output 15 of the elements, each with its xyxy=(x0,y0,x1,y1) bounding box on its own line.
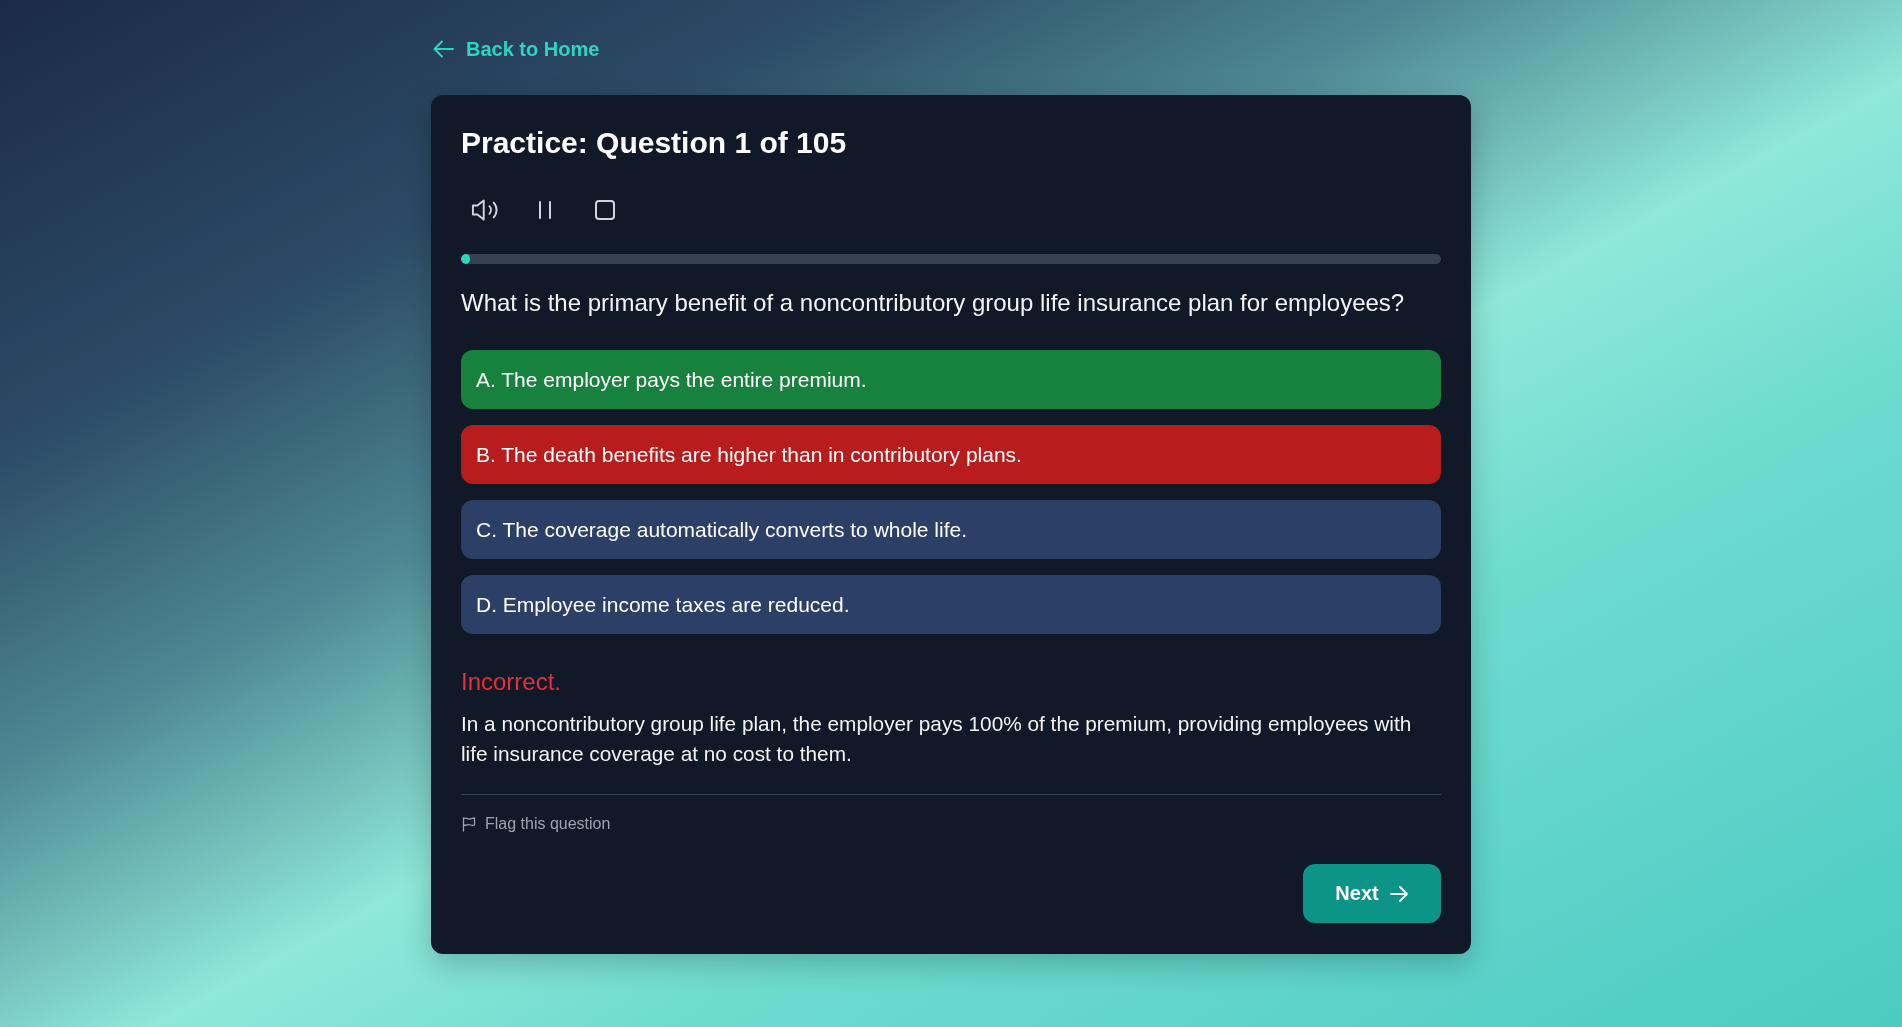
answer-option[interactable]: B. The death benefits are higher than in contributory plans. xyxy=(461,425,1441,484)
arrow-right-icon xyxy=(1388,883,1409,904)
question-text: What is the primary benefit of a noncontributory group life insurance plan for employees? xyxy=(461,288,1406,318)
arrow-left-icon xyxy=(433,40,454,58)
back-link[interactable]: Back to Home xyxy=(433,37,600,61)
flag-icon xyxy=(461,816,477,832)
answer-option[interactable]: A. The employer pays the entire premium. xyxy=(461,350,1441,409)
answer-option[interactable]: D. Employee income taxes are reduced. xyxy=(461,575,1441,634)
flag-button[interactable]: Flag this question xyxy=(461,815,611,833)
question-title: Practice: Question 1 of 105 xyxy=(461,125,847,161)
speaker-icon xyxy=(471,197,499,223)
explanation-text: In a noncontributory group life plan, the employer pays 100% of the premium, providing employees with life insurance coverage at no cost to them. xyxy=(461,711,1413,767)
result-verdict: Incorrect. xyxy=(461,667,562,697)
next-button[interactable]: Next xyxy=(1303,864,1441,923)
answer-option[interactable]: C. The coverage automatically converts to whole life. xyxy=(461,500,1441,559)
